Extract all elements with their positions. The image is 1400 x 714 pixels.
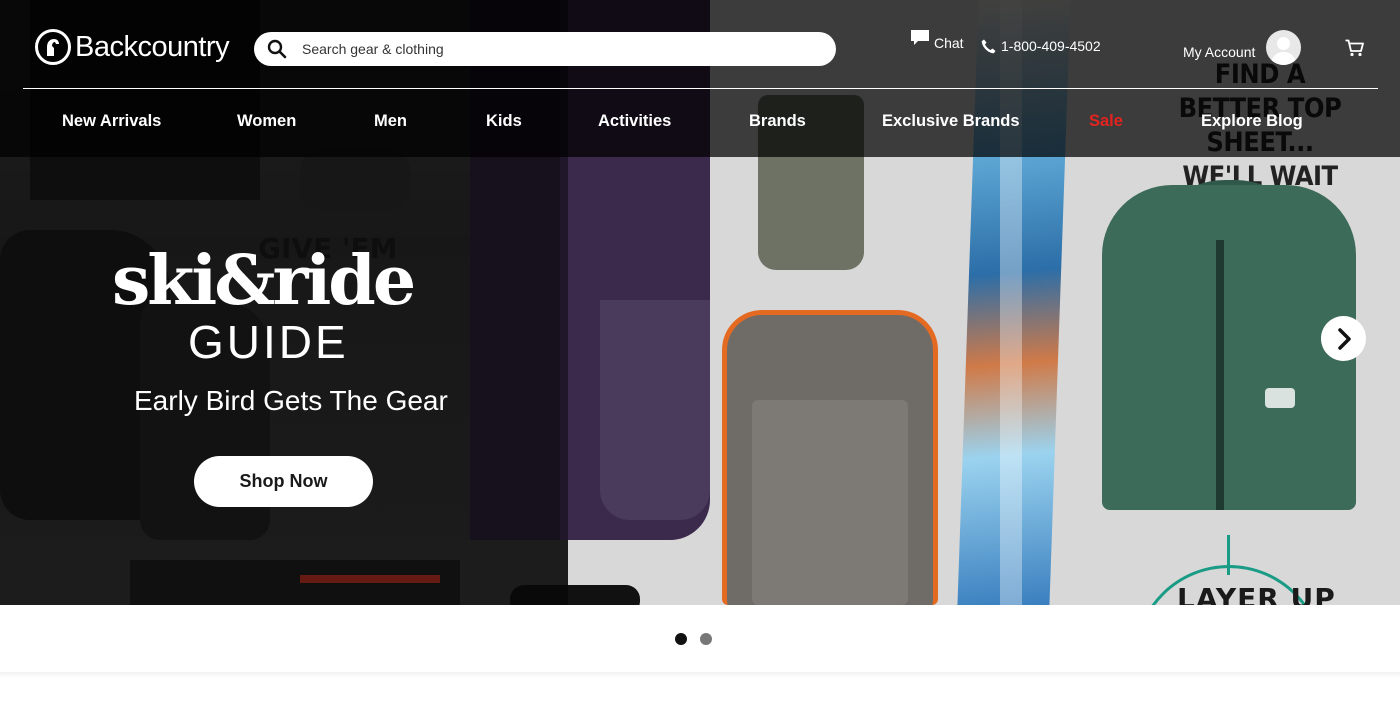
nav-item-sale[interactable]: Sale — [1089, 112, 1123, 131]
hero-title-guide: GUIDE — [188, 316, 349, 368]
search-icon[interactable] — [267, 39, 287, 59]
main-nav: New Arrivals Women Men Kids Activities B… — [0, 112, 1400, 134]
account-label: My Account — [1183, 43, 1256, 60]
section-divider — [0, 672, 1400, 678]
carousel-dot[interactable] — [700, 633, 712, 645]
account-menu[interactable]: My Account — [1183, 30, 1302, 65]
hoodie-zipper — [1216, 240, 1224, 510]
hero-title: ski&ride — [112, 241, 416, 321]
chat-link[interactable]: Chat — [911, 30, 964, 51]
nav-item-brands[interactable]: Brands — [749, 112, 806, 131]
hoodie-image — [1102, 185, 1356, 510]
phone-link[interactable]: 1-800-409-4502 — [981, 38, 1101, 54]
nav-item-men[interactable]: Men — [374, 112, 407, 131]
cart-icon[interactable] — [1345, 39, 1364, 57]
layer-up-text: LAYER UP — [1177, 582, 1336, 605]
nav-item-kids[interactable]: Kids — [486, 112, 522, 131]
nav-item-women[interactable]: Women — [237, 112, 296, 131]
phone-icon — [981, 39, 996, 53]
carousel-dot-active[interactable] — [675, 633, 687, 645]
search-bar[interactable] — [254, 32, 836, 66]
shop-now-button[interactable]: Shop Now — [194, 456, 373, 507]
carousel-dots — [0, 633, 1400, 645]
carousel-next-button[interactable] — [1321, 316, 1366, 361]
nav-item-activities[interactable]: Activities — [598, 112, 671, 131]
chat-label: Chat — [934, 35, 964, 51]
nav-item-explore-blog[interactable]: Explore Blog — [1201, 112, 1303, 131]
header-divider — [23, 88, 1378, 89]
backcountry-goat-icon — [35, 29, 71, 65]
hoodie-logo — [1265, 388, 1295, 408]
site-header: Backcountry Chat 1-800-409-4502 My Accou… — [0, 0, 1400, 157]
chat-bubble-icon — [911, 30, 929, 45]
chevron-right-icon — [1337, 327, 1351, 350]
backpack-panel — [752, 400, 908, 605]
hero-subtitle: Early Bird Gets The Gear — [134, 385, 448, 416]
search-input[interactable] — [302, 41, 822, 57]
jacket-sleeve-image — [600, 300, 710, 520]
nav-item-new-arrivals[interactable]: New Arrivals — [62, 112, 161, 131]
nav-item-exclusive-brands[interactable]: Exclusive Brands — [882, 112, 1020, 131]
avatar[interactable] — [1266, 30, 1302, 65]
brand-logo[interactable]: Backcountry — [35, 29, 230, 65]
brand-name: Backcountry — [75, 30, 230, 63]
phone-number: 1-800-409-4502 — [1001, 38, 1101, 54]
